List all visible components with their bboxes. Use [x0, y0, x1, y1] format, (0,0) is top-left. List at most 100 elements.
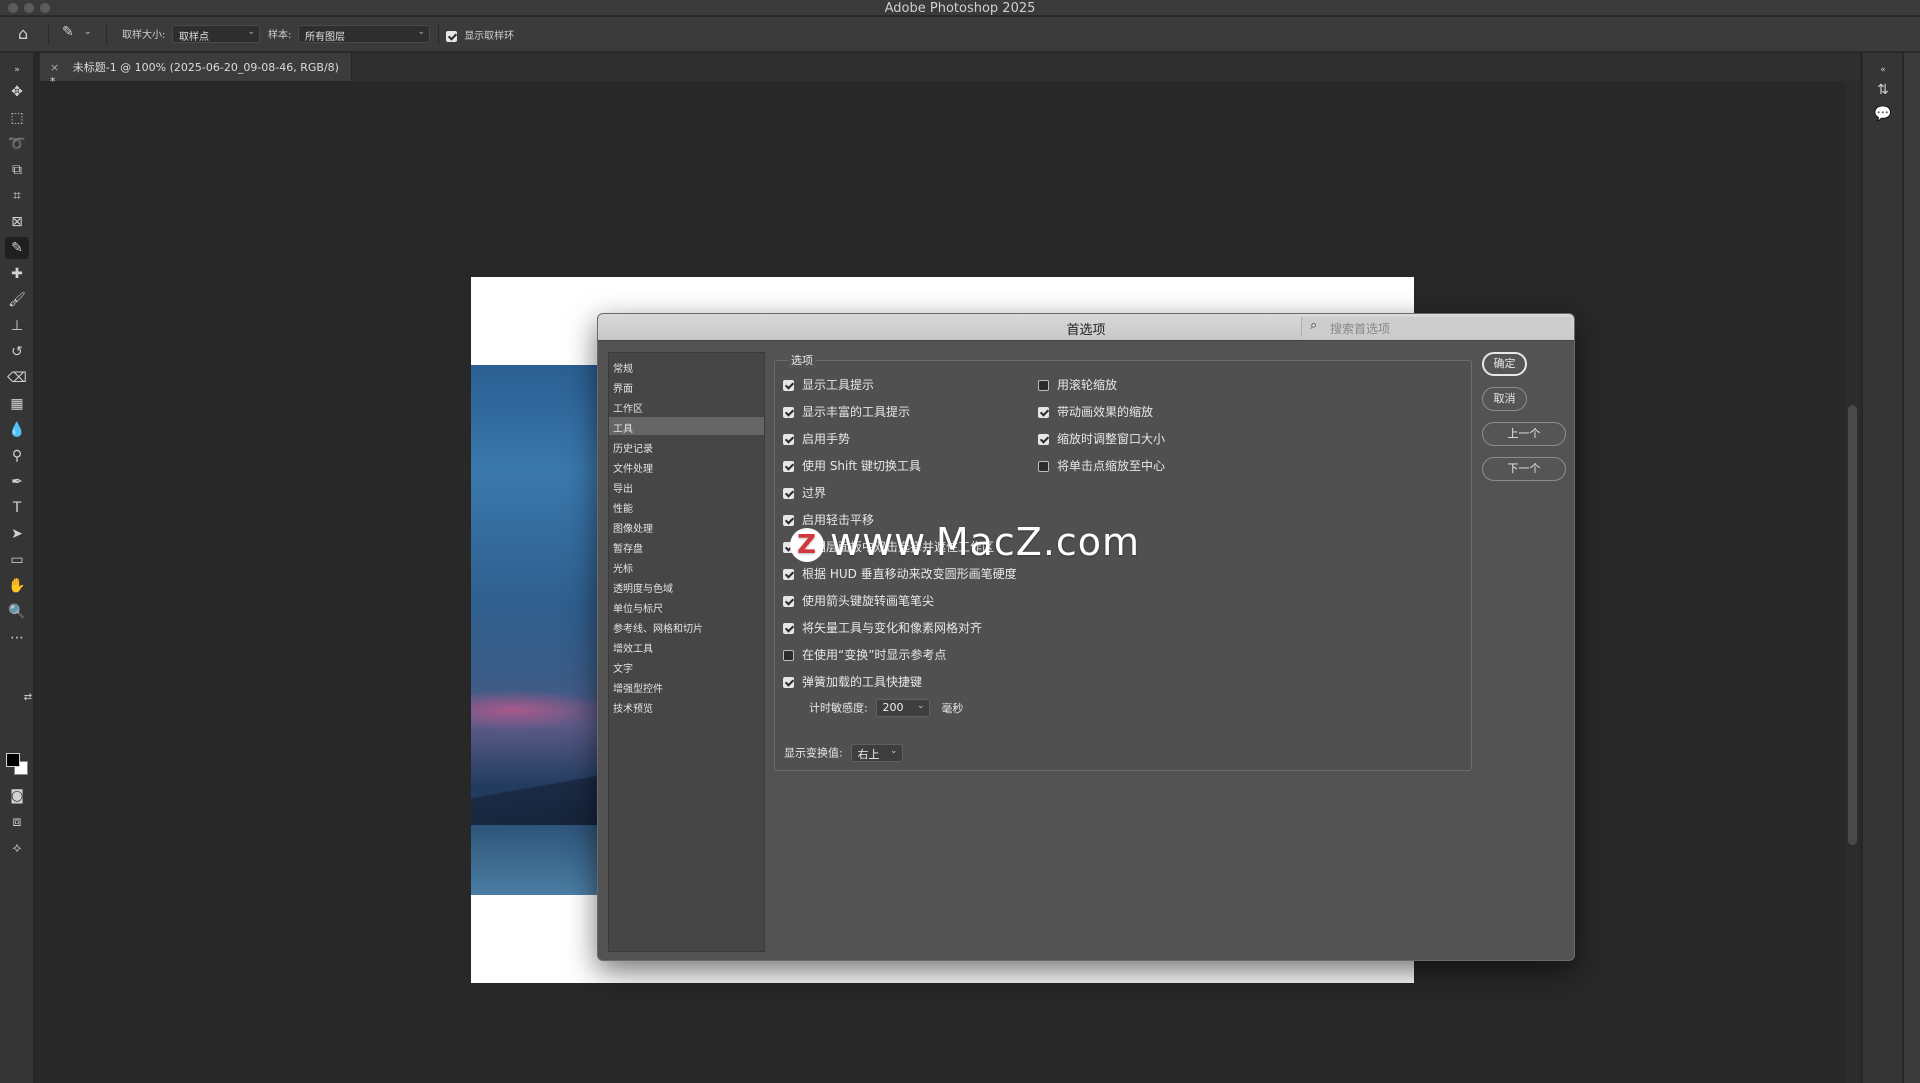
tool-preset-chevron-icon[interactable]: ⌄ — [84, 27, 92, 37]
lasso-tool-icon[interactable]: ➰ — [5, 133, 29, 155]
more-tools-icon[interactable]: ⋯ — [5, 627, 29, 649]
category-item[interactable]: 历史记录 — [609, 437, 764, 455]
category-item[interactable]: 参考线、网格和切片 — [609, 617, 764, 635]
checkbox[interactable] — [783, 434, 794, 445]
dodge-tool-icon[interactable]: ⚲ — [5, 445, 29, 467]
option-label: 显示工具提示 — [802, 378, 875, 392]
category-item[interactable]: 暂存盘 — [609, 537, 764, 555]
category-item[interactable]: 导出 — [609, 477, 764, 495]
frame-tool-icon[interactable]: ⊠ — [5, 211, 29, 233]
show-ring-checkbox[interactable] — [446, 30, 457, 42]
close-tab-icon[interactable]: × — [50, 61, 59, 74]
cancel-button[interactable]: 取消 — [1482, 387, 1527, 411]
category-item[interactable]: 性能 — [609, 497, 764, 515]
clone-stamp-tool-icon[interactable]: ⊥ — [5, 315, 29, 337]
screen-mode-icon[interactable]: ⧈ — [5, 811, 29, 833]
document-tab[interactable]: × 未标题-1 @ 100% (2025-06-20_09-08-46, RGB… — [40, 53, 352, 88]
checkbox[interactable] — [783, 596, 794, 607]
checkbox[interactable] — [1038, 434, 1049, 445]
comments-panel-icon[interactable]: 💬 — [1871, 103, 1895, 125]
option-zoom-resize-windows[interactable]: 缩放时调整窗口大小 — [1038, 430, 1165, 447]
option-spring-loaded-shortcuts[interactable]: 弹簧加载的工具快捷键 — [783, 673, 922, 690]
show-ring-option[interactable]: 显示取样环 — [446, 27, 514, 42]
pen-tool-icon[interactable]: ✒ — [5, 471, 29, 493]
show-ring-label: 显示取样环 — [464, 31, 515, 42]
option-animated-zoom[interactable]: 带动画效果的缩放 — [1038, 403, 1153, 420]
checkbox[interactable] — [783, 650, 794, 661]
timer-sensitivity-row: 计时敏感度: 200 ⌄ 毫秒 — [809, 699, 963, 717]
swap-colors-icon[interactable]: ⇄ — [22, 687, 34, 709]
checkbox[interactable] — [783, 623, 794, 634]
type-tool-icon[interactable]: T — [5, 497, 29, 519]
option-arrow-rotate-brush[interactable]: 使用箭头键旋转画笔笔尖 — [783, 592, 934, 609]
rectangle-tool-icon[interactable]: ▭ — [5, 549, 29, 571]
canvas-vertical-scrollbar[interactable] — [1845, 80, 1860, 1083]
option-hud-brush-hardness[interactable]: 根据 HUD 垂直移动来改变圆形画笔硬度 — [783, 565, 1017, 582]
category-item[interactable]: 图像处理 — [609, 517, 764, 535]
option-scroll-wheel-zoom[interactable]: 用滚轮缩放 — [1038, 376, 1117, 393]
category-item[interactable]: 界面 — [609, 377, 764, 395]
crop-tool-icon[interactable]: ⌗ — [5, 185, 29, 207]
option-label: 带动画效果的缩放 — [1057, 405, 1154, 419]
healing-brush-tool-icon[interactable]: ✚ — [5, 263, 29, 285]
scrollbar-thumb[interactable] — [1848, 405, 1857, 845]
history-panel-icon[interactable]: ⇅ — [1871, 79, 1895, 101]
option-zoom-clicked-point-center[interactable]: 将单击点缩放至中心 — [1038, 457, 1165, 474]
checkbox[interactable] — [783, 380, 794, 391]
checkbox[interactable] — [783, 461, 794, 472]
generative-icon[interactable]: ⟡ — [5, 837, 29, 859]
category-item[interactable]: 单位与标尺 — [609, 597, 764, 615]
preferences-search-input[interactable]: ⌕ 搜索首选项 — [1301, 317, 1571, 337]
ok-button[interactable]: 确定 — [1482, 352, 1527, 376]
checkbox[interactable] — [1038, 380, 1049, 391]
category-item[interactable]: 透明度与色域 — [609, 577, 764, 595]
brush-tool-icon[interactable]: 🖌 — [5, 289, 29, 311]
gradient-tool-icon[interactable]: ▦ — [5, 393, 29, 415]
object-selection-tool-icon[interactable]: ⧉ — [5, 159, 29, 181]
eyedropper-tool-icon[interactable]: ✎ — [62, 24, 74, 40]
home-icon[interactable]: ⌂ — [18, 24, 28, 43]
checkbox[interactable] — [1038, 407, 1049, 418]
previous-button[interactable]: 上一个 — [1482, 422, 1566, 446]
checkbox[interactable] — [783, 569, 794, 580]
option-show-reference-point[interactable]: 在使用“变换”时显示参考点 — [783, 646, 946, 663]
foreground-color-swatch[interactable] — [6, 753, 20, 767]
category-item[interactable]: 文件处理 — [609, 457, 764, 475]
next-button[interactable]: 下一个 — [1482, 457, 1566, 481]
panel-collapse-icon[interactable]: » — [5, 59, 29, 81]
hand-tool-icon[interactable]: ✋ — [5, 575, 29, 597]
checkbox[interactable] — [783, 488, 794, 499]
option-enable-gestures[interactable]: 启用手势 — [783, 430, 850, 447]
history-brush-tool-icon[interactable]: ↺ — [5, 341, 29, 363]
marquee-tool-icon[interactable]: ⬚ — [5, 107, 29, 129]
timer-sensitivity-select[interactable]: 200 ⌄ — [875, 699, 930, 717]
category-item[interactable]: 光标 — [609, 557, 764, 575]
option-rich-tooltips[interactable]: 显示丰富的工具提示 — [783, 403, 910, 420]
transform-values-select[interactable]: 右上 ⌄ — [850, 744, 903, 762]
option-overscroll[interactable]: 过界 — [783, 484, 826, 501]
panel-collapse-icon[interactable]: « — [1871, 59, 1895, 81]
option-shift-switch-tools[interactable]: 使用 Shift 键切换工具 — [783, 457, 921, 474]
category-item[interactable]: 文字 — [609, 657, 764, 675]
option-snap-vector-pixel-grid[interactable]: 将矢量工具与变化和像素网格对齐 — [783, 619, 982, 636]
category-item[interactable]: 增强型控件 — [609, 677, 764, 695]
eraser-tool-icon[interactable]: ⌫ — [5, 367, 29, 389]
path-selection-tool-icon[interactable]: ➤ — [5, 523, 29, 545]
checkbox[interactable] — [1038, 461, 1049, 472]
option-label: 在使用“变换”时显示参考点 — [802, 648, 947, 662]
category-item[interactable]: 增效工具 — [609, 637, 764, 655]
category-item-selected[interactable]: 工具 — [609, 417, 764, 435]
checkbox[interactable] — [783, 407, 794, 418]
sample-select[interactable]: 所有图层 ⌄ — [298, 25, 430, 43]
sample-size-select[interactable]: 取样点 ⌄ — [172, 25, 260, 43]
zoom-tool-icon[interactable]: 🔍 — [5, 601, 29, 623]
option-show-tooltips[interactable]: 显示工具提示 — [783, 376, 874, 393]
category-item[interactable]: 常规 — [609, 357, 764, 375]
blur-tool-icon[interactable]: 💧 — [5, 419, 29, 441]
move-tool-icon[interactable]: ✥ — [5, 81, 29, 103]
checkbox[interactable] — [783, 677, 794, 688]
category-item[interactable]: 技术预览 — [609, 697, 764, 715]
category-item[interactable]: 工作区 — [609, 397, 764, 415]
eyedropper-tool-icon[interactable]: ✎ — [5, 237, 29, 259]
quick-mask-icon[interactable]: ◙ — [5, 785, 29, 807]
